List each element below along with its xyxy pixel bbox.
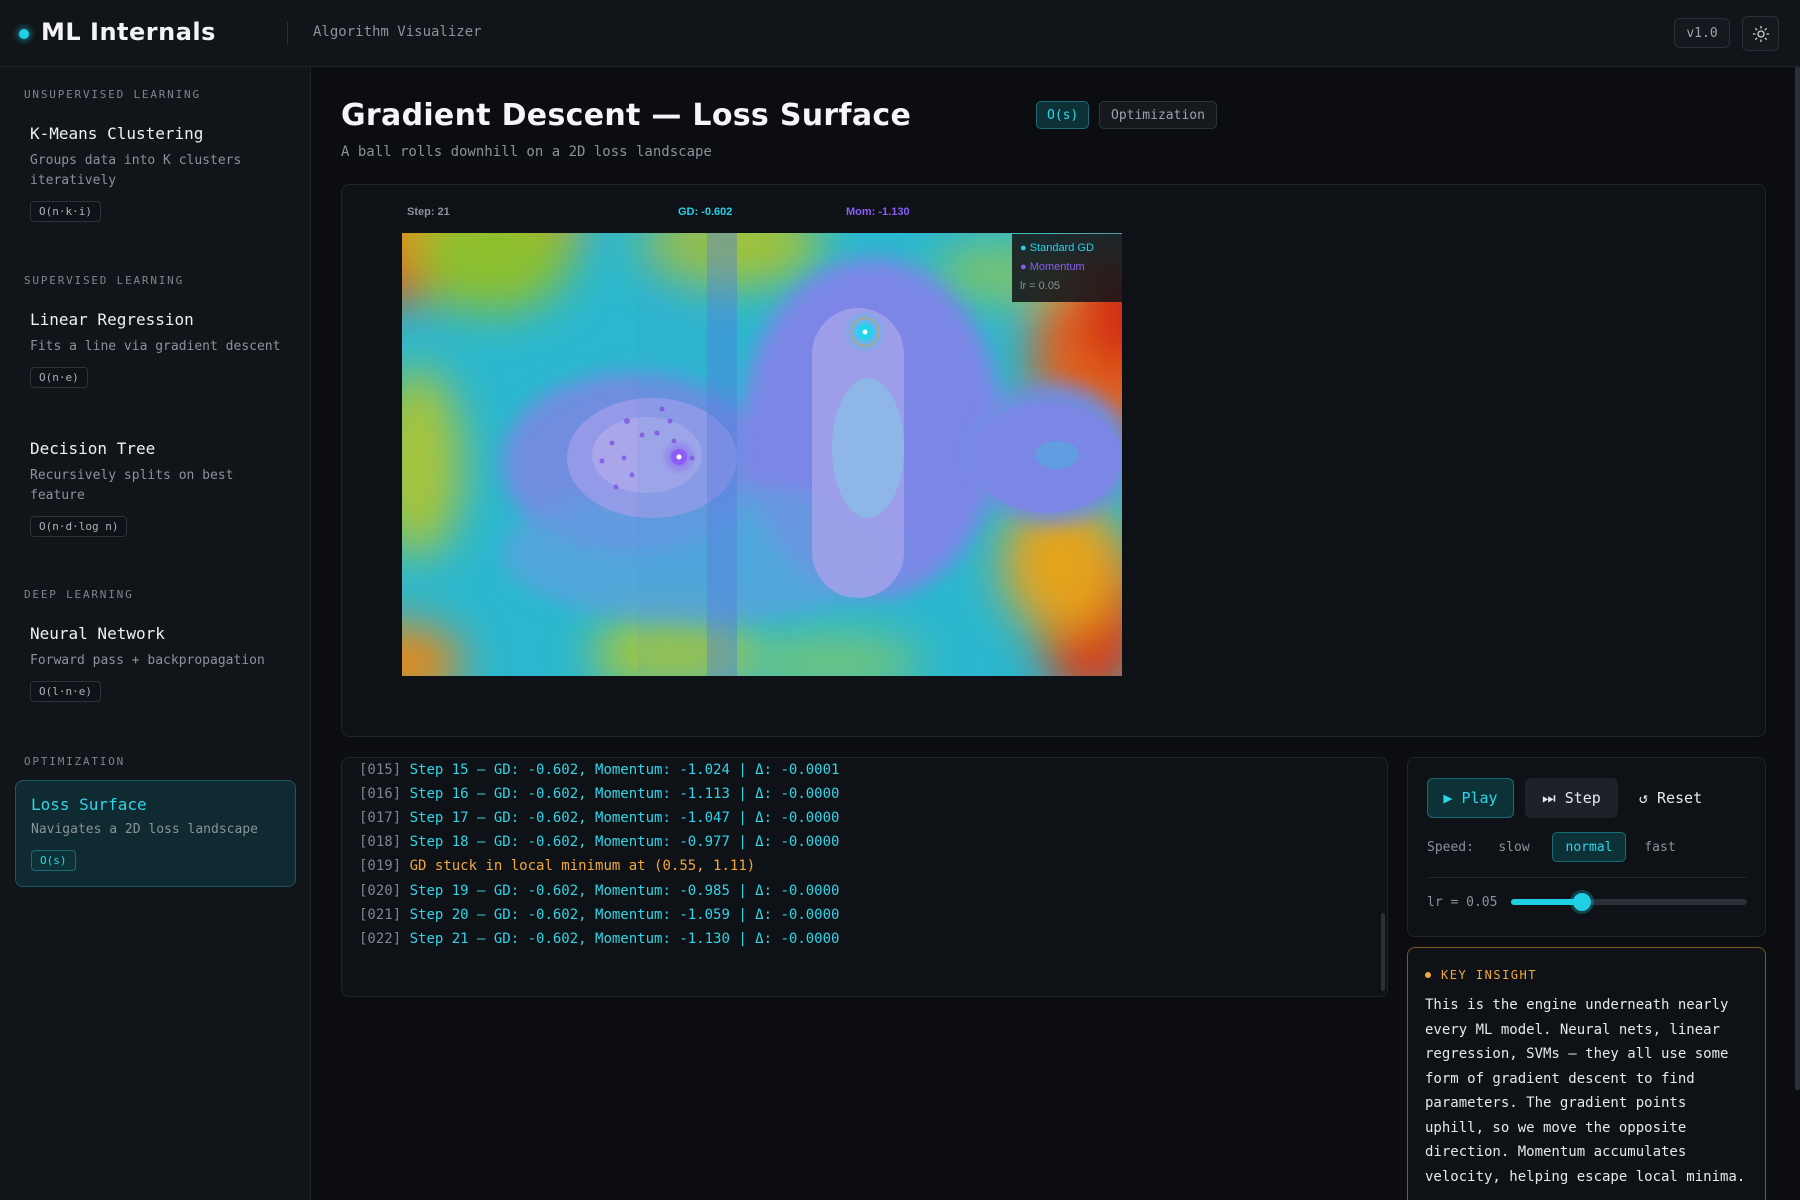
log-line-number: [018] bbox=[359, 834, 402, 850]
step-button[interactable]: ⏭ Step bbox=[1525, 778, 1618, 818]
sidebar-item-title: Linear Regression bbox=[30, 310, 194, 329]
event-log[interactable]: [015] Step 15 — GD: -0.602, Momentum: -1… bbox=[341, 757, 1388, 997]
log-scrollbar[interactable] bbox=[1381, 913, 1385, 991]
key-insight-card: KEY INSIGHT This is the engine underneat… bbox=[1407, 947, 1766, 1200]
brand-dot-icon bbox=[19, 29, 29, 39]
momentum-readout: Mom: -1.130 bbox=[846, 206, 910, 218]
page-scrollbar[interactable] bbox=[1795, 67, 1800, 1090]
log-line-number: [019] bbox=[359, 858, 402, 874]
sidebar-item-neural-network[interactable]: Neural Network Forward pass + backpropag… bbox=[15, 624, 296, 702]
log-line-number: [017] bbox=[359, 810, 402, 826]
log-line: [018] Step 18 — GD: -0.602, Momentum: -0… bbox=[359, 834, 839, 850]
sidebar-item-desc: Navigates a 2D loss landscape bbox=[31, 822, 258, 837]
sidebar-item-kmeans[interactable]: K-Means Clustering Groups data into K cl… bbox=[15, 124, 296, 222]
log-line: [017] Step 17 — GD: -0.602, Momentum: -1… bbox=[359, 810, 839, 826]
log-line-number: [016] bbox=[359, 786, 402, 802]
speed-normal-button[interactable]: normal bbox=[1552, 832, 1626, 862]
legend-standard-gd: ● Standard GD bbox=[1020, 242, 1094, 254]
log-line-warning: [019] GD stuck in local minimum at (0.55… bbox=[359, 858, 755, 874]
sun-icon bbox=[1752, 25, 1769, 42]
key-insight-header: KEY INSIGHT bbox=[1425, 968, 1537, 982]
complexity-chip: O(s) bbox=[1036, 101, 1090, 129]
log-line-message: Step 16 — GD: -0.602, Momentum: -1.113 |… bbox=[409, 786, 840, 802]
step-readout: Step: 21 bbox=[407, 206, 450, 218]
page-description: A ball rolls downhill on a 2D loss lands… bbox=[341, 144, 712, 160]
log-line-message: Step 19 — GD: -0.602, Momentum: -0.985 |… bbox=[409, 883, 840, 899]
sidebar-item-title: K-Means Clustering bbox=[30, 124, 204, 143]
sidebar-item-loss-surface[interactable]: Loss Surface Navigates a 2D loss landsca… bbox=[15, 780, 296, 887]
app-subtitle: Algorithm Visualizer bbox=[313, 24, 482, 40]
complexity-badge: O(s) bbox=[31, 850, 76, 871]
section-label-optimization: OPTIMIZATION bbox=[24, 755, 126, 768]
log-line-message: Step 18 — GD: -0.602, Momentum: -0.977 |… bbox=[409, 834, 840, 850]
section-label-unsupervised: UNSUPERVISED LEARNING bbox=[24, 88, 201, 101]
learning-rate-slider-thumb[interactable] bbox=[1572, 893, 1591, 911]
chart-legend: ● Standard GD ● Momentum lr = 0.05 bbox=[1012, 234, 1122, 302]
sidebar-item-desc: Fits a line via gradient descent bbox=[30, 339, 281, 354]
log-line: [021] Step 20 — GD: -0.602, Momentum: -1… bbox=[359, 907, 839, 923]
key-insight-title: KEY INSIGHT bbox=[1441, 968, 1537, 982]
log-line: [016] Step 16 — GD: -0.602, Momentum: -1… bbox=[359, 786, 839, 802]
legend-momentum-label: Momentum bbox=[1029, 261, 1085, 273]
log-line-message: Step 15 — GD: -0.602, Momentum: -1.024 |… bbox=[409, 762, 840, 778]
category-chip: Optimization bbox=[1099, 101, 1217, 129]
speed-fast-button[interactable]: fast bbox=[1633, 832, 1687, 862]
sidebar-item-decision-tree[interactable]: Decision Tree Recursively splits on best… bbox=[15, 439, 296, 537]
learning-rate-slider-fill bbox=[1511, 899, 1582, 905]
momentum-ball-center bbox=[676, 454, 682, 460]
log-line-message: Step 21 — GD: -0.602, Momentum: -1.130 |… bbox=[409, 931, 840, 947]
log-line-number: [021] bbox=[359, 907, 402, 923]
sidebar-item-desc: Recursively splits on best feature bbox=[30, 468, 234, 503]
key-insight-body: This is the engine underneath nearly eve… bbox=[1425, 997, 1746, 1185]
section-label-deep-learning: DEEP LEARNING bbox=[24, 588, 134, 601]
speed-label: Speed: bbox=[1427, 840, 1474, 855]
log-line-number: [020] bbox=[359, 883, 402, 899]
complexity-badge: O(l·n·e) bbox=[30, 681, 101, 702]
play-button[interactable]: ▶ Play bbox=[1427, 778, 1514, 818]
speed-slow-button[interactable]: slow bbox=[1487, 832, 1541, 862]
gd-readout: GD: -0.602 bbox=[678, 206, 733, 218]
learning-rate-slider[interactable] bbox=[1511, 893, 1747, 911]
sidebar-item-desc: Forward pass + backpropagation bbox=[30, 653, 265, 668]
insight-dot-icon bbox=[1425, 972, 1431, 978]
log-line: [020] Step 19 — GD: -0.602, Momentum: -0… bbox=[359, 883, 839, 899]
sidebar-item-linear-regression[interactable]: Linear Regression Fits a line via gradie… bbox=[15, 310, 296, 388]
log-line-message: Step 20 — GD: -0.602, Momentum: -1.059 |… bbox=[409, 907, 840, 923]
legend-momentum: ● Momentum bbox=[1020, 261, 1085, 273]
sidebar-item-title: Decision Tree bbox=[30, 439, 156, 458]
reset-button[interactable]: ↺ Reset bbox=[1628, 778, 1713, 818]
complexity-badge: O(n·e) bbox=[30, 367, 88, 388]
section-label-supervised: SUPERVISED LEARNING bbox=[24, 274, 185, 287]
sidebar: UNSUPERVISED LEARNING K-Means Clustering… bbox=[0, 67, 311, 1200]
legend-standard-label: Standard GD bbox=[1029, 242, 1094, 254]
complexity-badge: O(n·k·i) bbox=[30, 201, 101, 222]
standard-gd-ball-center bbox=[862, 329, 868, 335]
controls-panel: ▶ Play ⏭ Step ↺ Reset Speed: slow normal… bbox=[1407, 757, 1766, 937]
sidebar-item-title: Loss Surface bbox=[31, 795, 147, 814]
sidebar-item-title: Neural Network bbox=[30, 624, 165, 643]
log-line-message: Step 17 — GD: -0.602, Momentum: -1.047 |… bbox=[409, 810, 840, 826]
log-line: [022] Step 21 — GD: -0.602, Momentum: -1… bbox=[359, 931, 839, 947]
page-title: Gradient Descent — Loss Surface bbox=[341, 98, 912, 133]
learning-rate-label: lr = 0.05 bbox=[1427, 895, 1498, 910]
legend-lr: lr = 0.05 bbox=[1020, 280, 1061, 292]
version-badge: v1.0 bbox=[1674, 18, 1730, 48]
theme-toggle-button[interactable] bbox=[1742, 16, 1779, 51]
log-line-number: [015] bbox=[359, 762, 402, 778]
brand-title[interactable]: ML Internals bbox=[41, 18, 216, 46]
complexity-badge: O(n·d·log n) bbox=[30, 516, 128, 537]
controls-divider bbox=[1427, 877, 1747, 878]
log-line-number: [022] bbox=[359, 931, 402, 947]
log-line-message: GD stuck in local minimum at (0.55, 1.11… bbox=[409, 858, 756, 874]
log-line: [015] Step 15 — GD: -0.602, Momentum: -1… bbox=[359, 762, 839, 778]
top-bar: ML Internals Algorithm Visualizer v1.0 bbox=[0, 0, 1800, 67]
brand-divider bbox=[287, 22, 288, 44]
sidebar-item-desc: Groups data into K clusters iteratively bbox=[30, 153, 242, 188]
